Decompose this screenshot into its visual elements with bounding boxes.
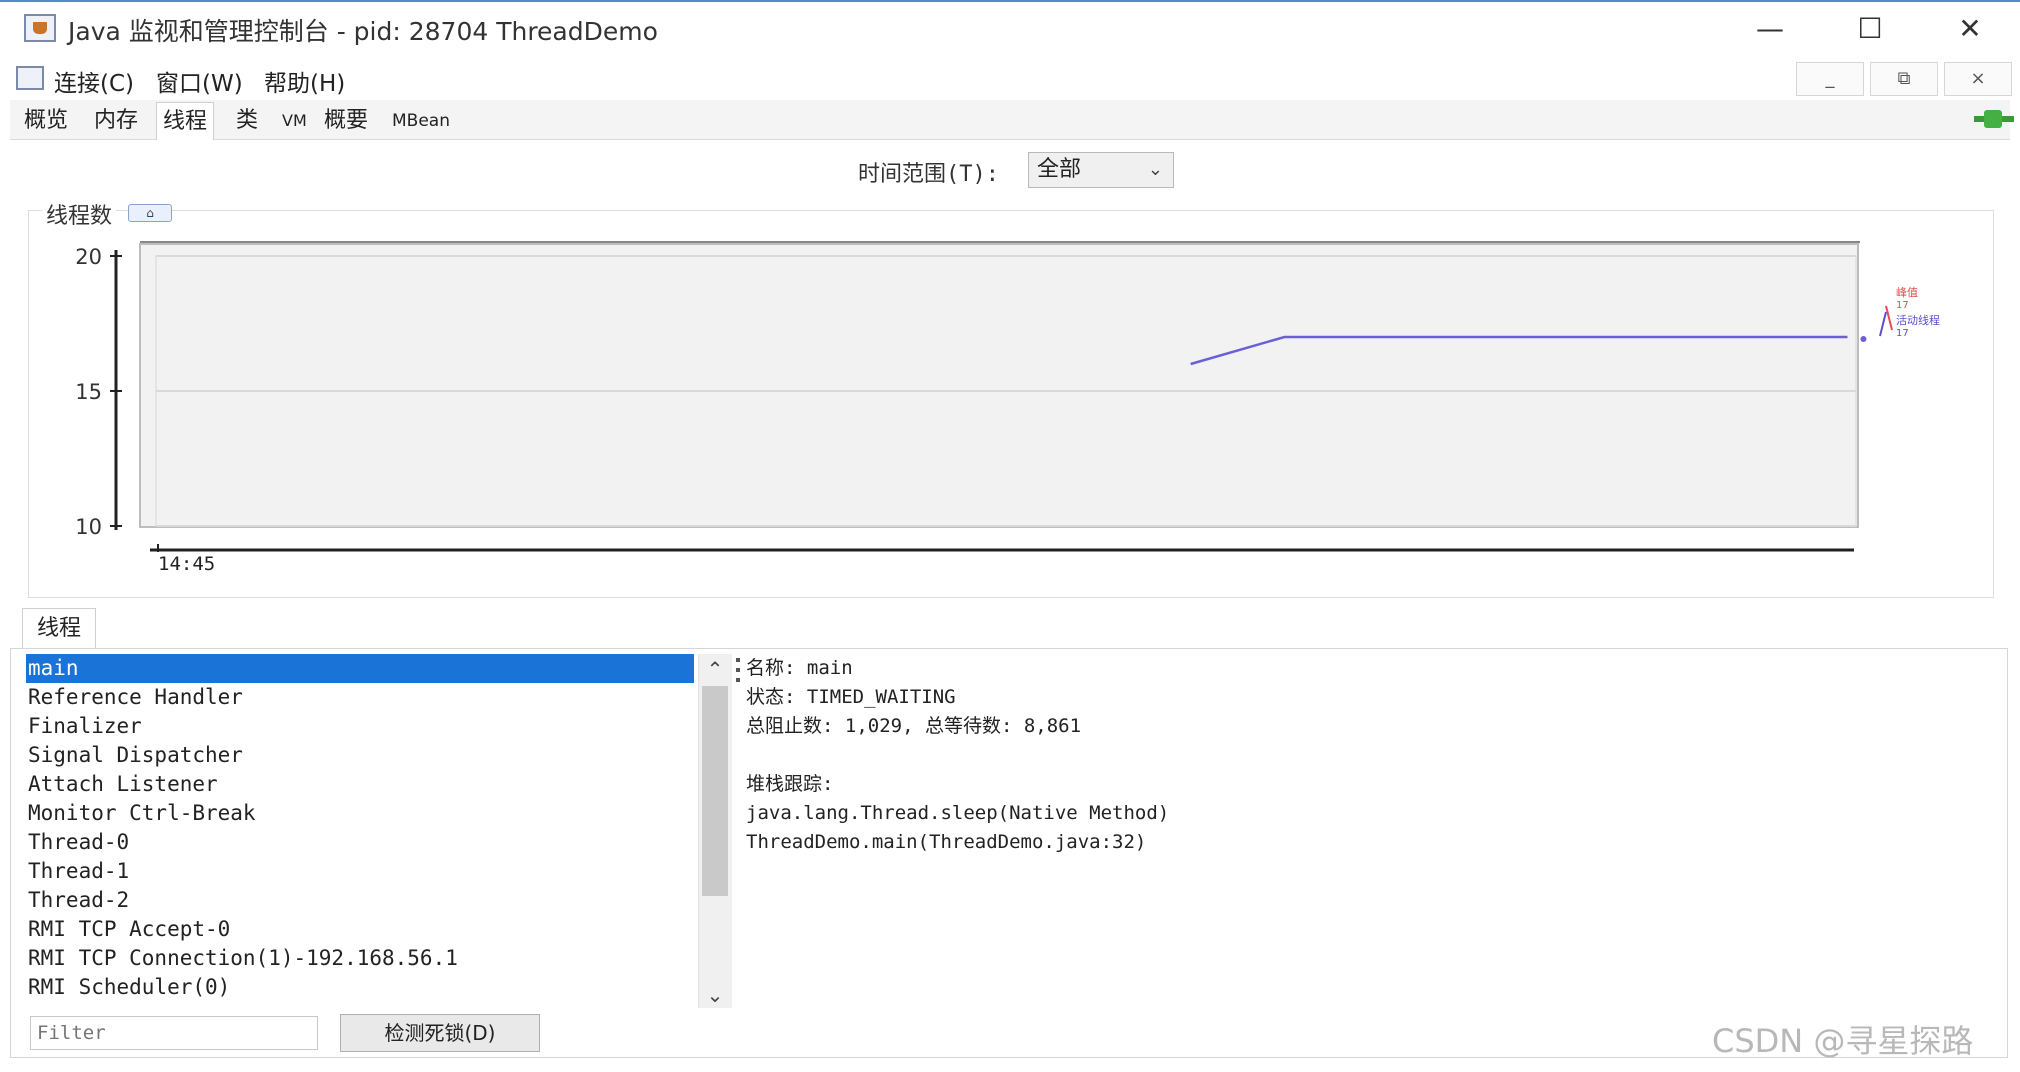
plot-background [139,243,1859,528]
detail-line: ThreadDemo.main(ThreadDemo.java:32) [746,831,1147,853]
thread-list-item[interactable]: main [26,654,694,683]
scroll-thumb[interactable] [702,686,728,896]
detect-deadlock-button[interactable]: 检测死锁(D) [340,1014,540,1052]
thread-list-item[interactable]: RMI TCP Accept-0 [26,915,694,944]
filter-input[interactable] [30,1016,318,1050]
detail-line: 名称: main [746,657,853,679]
lower-tab-threads[interactable]: 线程 [22,608,96,648]
legend-name: 峰值 [1896,286,1918,299]
thread-list-item[interactable]: Reference Handler [26,683,694,712]
split-pane-divider[interactable] [734,654,744,1008]
detail-line: java.lang.Thread.sleep(Native Method) [746,802,1170,824]
thread-list-item[interactable]: Thread-0 [26,828,694,857]
series-end-point [1860,336,1867,342]
thread-list-item[interactable]: RMI TCP Connection(1)-192.168.56.1 [26,944,694,973]
watermark: CSDN @寻星探路 [1712,1022,1974,1060]
scroll-down-icon[interactable]: ⌄ [698,980,732,1010]
thread-list-item[interactable]: Monitor Ctrl-Break [26,799,694,828]
thread-count-chart: 201510 14:45 峰值17活动线程17 [75,241,1940,575]
thread-list-item[interactable]: Attach Listener [26,770,694,799]
thread-list-item[interactable]: Thread-2 [26,886,694,915]
y-tick-label: 20 [75,245,102,269]
detail-line: 状态: TIMED_WAITING [746,686,956,708]
chart-legend: 峰值17活动线程17 [1879,286,1940,339]
x-tick-label: 14:45 [158,553,215,575]
thread-list-item[interactable]: Signal Dispatcher [26,741,694,770]
thread-list-item[interactable]: RMI Scheduler(0) [26,973,694,1002]
thread-list[interactable]: main Reference Handler Finalizer Signal Dis… [26,654,694,1008]
y-tick-label: 10 [75,515,102,539]
thread-detail-text: 名称: main 状态: TIMED_WAITING 总阻止数: 1,029, 总等… [746,654,1996,1008]
legend-marker [1879,311,1887,337]
detail-line: 总阻止数: 1,029, 总等待数: 8,861 [746,715,1082,737]
legend-name: 活动线程 [1896,313,1940,327]
thread-list-item[interactable]: Thread-1 [26,857,694,886]
legend-value: 17 [1896,328,1909,339]
scroll-up-icon[interactable]: ⌃ [698,654,732,684]
detail-line: 堆栈跟踪: [746,773,834,795]
legend-value: 17 [1896,300,1909,311]
y-tick-label: 15 [75,380,102,404]
legend-marker [1885,305,1893,331]
thread-list-item[interactable]: Finalizer [26,712,694,741]
detail-line [746,741,1996,770]
